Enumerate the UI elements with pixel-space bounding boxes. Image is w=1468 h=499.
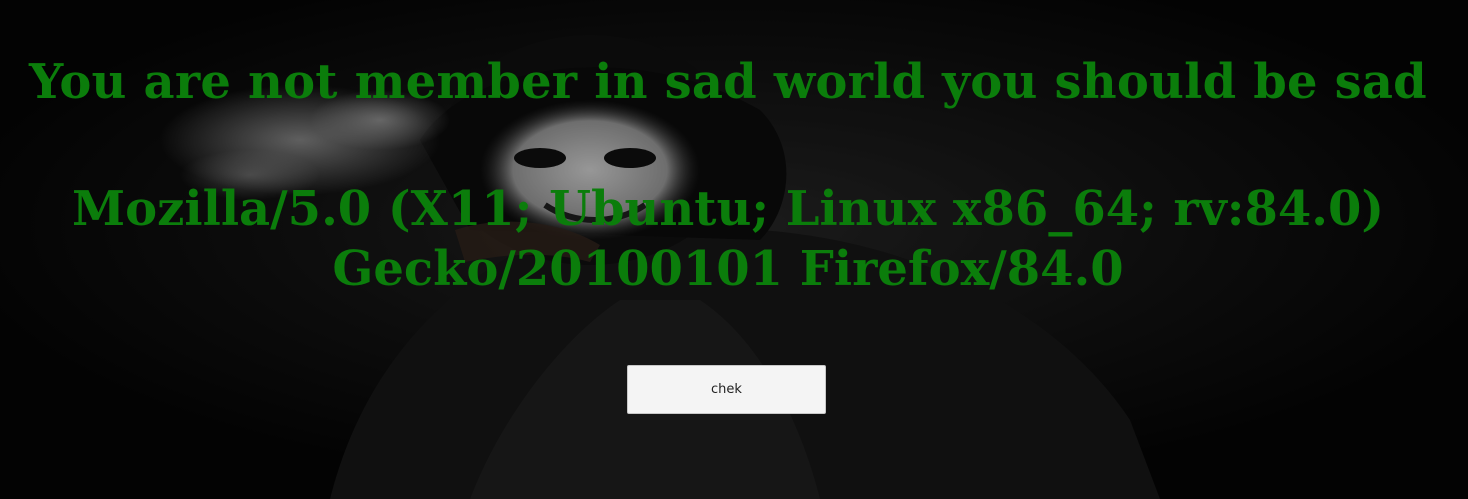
page-heading: You are not member in sad world you shou… <box>29 54 1427 110</box>
page: You are not member in sad world you shou… <box>0 0 1468 499</box>
main-content: You are not member in sad world you shou… <box>0 0 1468 499</box>
user-agent-text: Mozilla/5.0 (X11; Ubuntu; Linux x86_64; … <box>71 181 1385 297</box>
chek-button[interactable]: chek <box>627 365 826 414</box>
